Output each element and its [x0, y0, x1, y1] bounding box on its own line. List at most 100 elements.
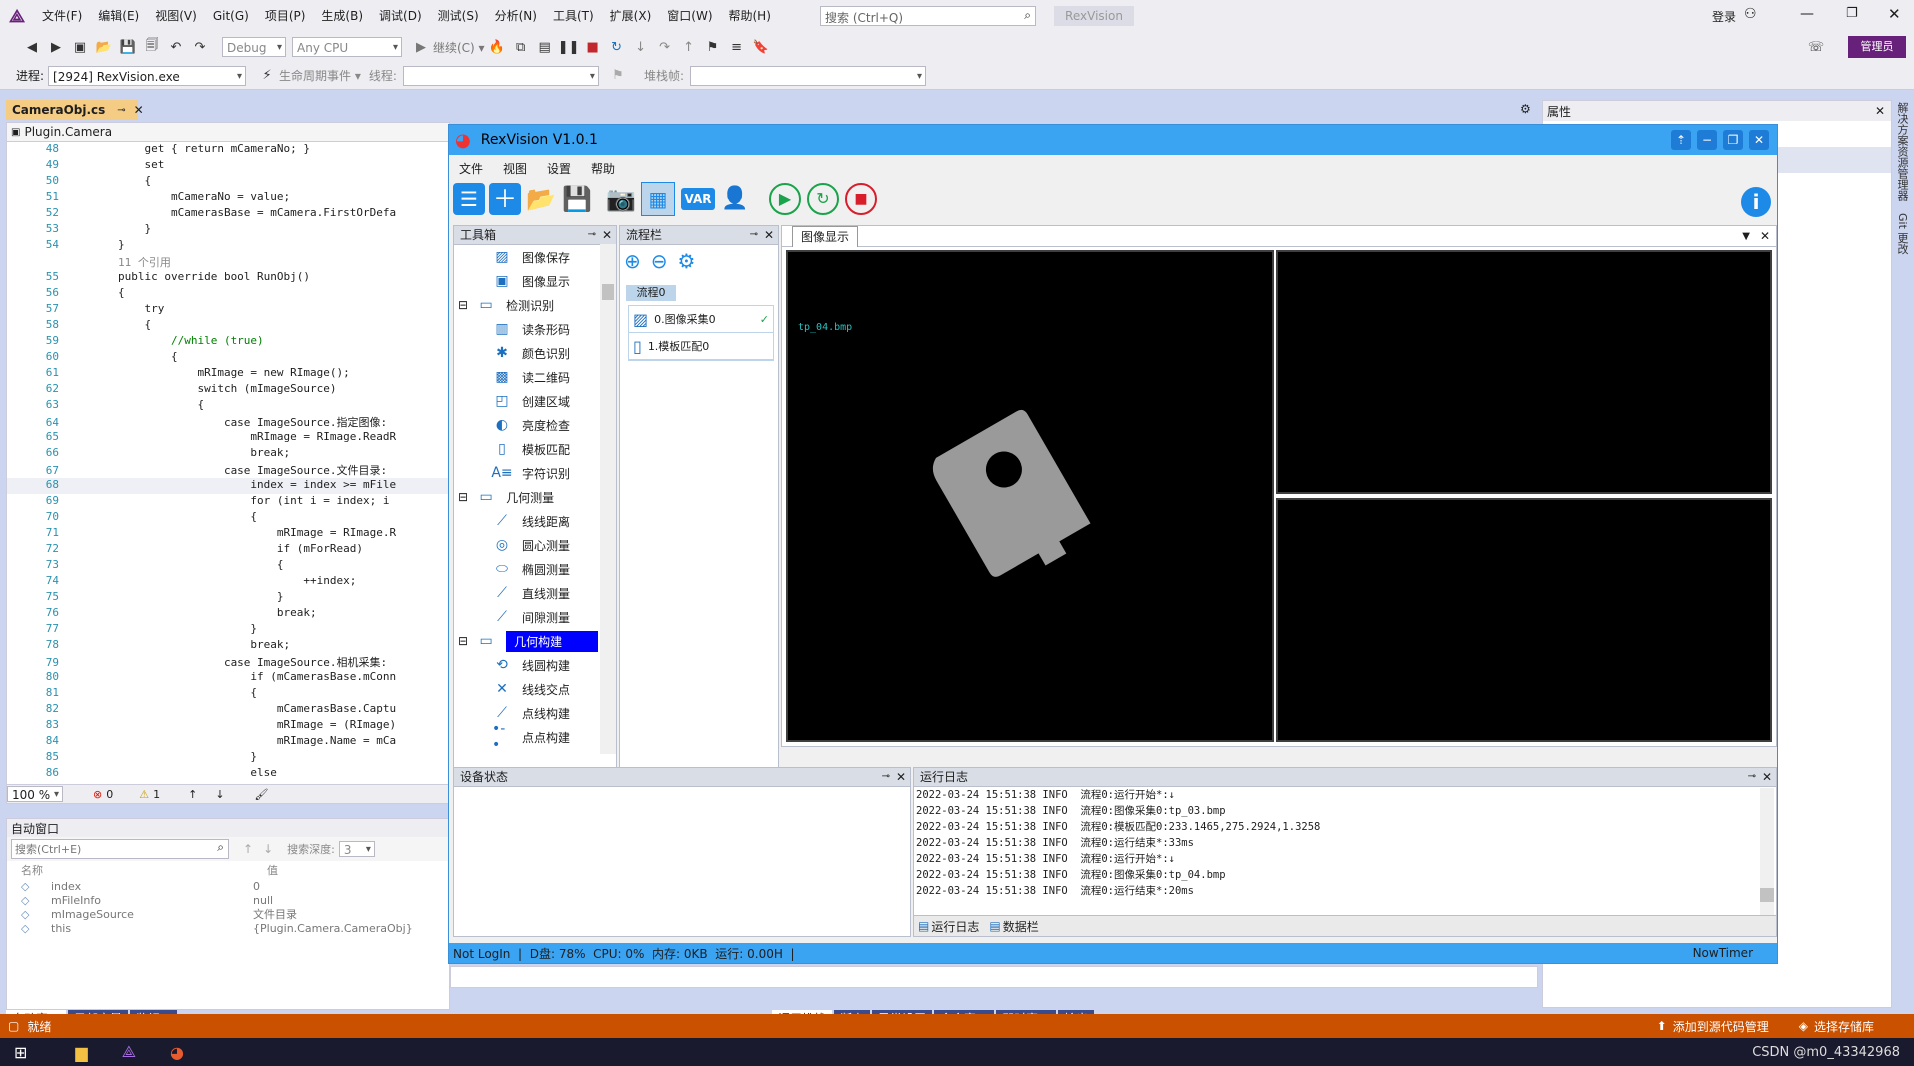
code-line[interactable]: 61 mRImage = new RImage(); [7, 366, 449, 382]
code-line[interactable]: 79 case ImageSource.相机采集: [7, 654, 449, 670]
code-line[interactable]: 65 mRImage = RImage.ReadR [7, 430, 449, 446]
menu-item[interactable]: 生成(B) [313, 0, 371, 32]
autos-row[interactable]: ◇ this {Plugin.Camera.CameraObj} [7, 921, 449, 935]
windows-start-icon[interactable]: ⊞ [14, 1043, 27, 1062]
remove-flow-icon[interactable]: ⊖ [651, 249, 668, 273]
close-icon[interactable]: ✕ [1888, 5, 1901, 23]
tree-item[interactable]: ⊟ ▭ 几何构建 [454, 629, 616, 653]
code-editor[interactable]: ▣ Plugin.Camera 48 get { return mCameraN… [6, 122, 450, 804]
save-icon[interactable]: 💾 [561, 183, 593, 215]
gear-icon[interactable]: ⚙ [1520, 102, 1531, 116]
save-icon[interactable]: 💾 [117, 36, 139, 58]
tree-item[interactable]: ⊟ ▭ 检测识别 [454, 293, 616, 317]
flag-thread-icon[interactable]: ⚑ [607, 65, 629, 87]
pin-icon[interactable]: ⊸ [117, 105, 125, 116]
info-icon[interactable]: i [1741, 187, 1771, 217]
explorer-taskbar-icon[interactable]: ▆ [75, 1043, 87, 1062]
tree-item[interactable]: ✕ 线线交点 [454, 677, 616, 701]
image-view-top-right[interactable] [1276, 250, 1772, 494]
platform-select[interactable]: Any CPU [292, 37, 402, 58]
menu-item[interactable]: 扩展(X) [602, 0, 660, 32]
warning-icon[interactable]: ⚠ [139, 788, 149, 801]
stop-icon[interactable]: ■ [582, 36, 604, 58]
camera-icon[interactable]: 📷 [605, 183, 637, 215]
lifecycle-icon[interactable]: ⚡ [256, 65, 278, 87]
rex-menu-item[interactable]: 帮助 [581, 160, 625, 177]
code-line[interactable]: 70 { [7, 510, 449, 526]
continue-button[interactable]: 继续(C) ▾ [433, 39, 485, 56]
search-up-icon[interactable]: ↑ [243, 842, 253, 856]
open-folder-icon[interactable]: 📂 [525, 183, 557, 215]
code-line[interactable]: 53 } [7, 222, 449, 238]
autos-search-input[interactable]: 搜索(Ctrl+E) ⌕ [11, 839, 229, 859]
login-link[interactable]: 登录 [1712, 8, 1736, 25]
variable-button[interactable]: VAR [681, 188, 715, 210]
device-pin-icon[interactable]: ⊸ [882, 768, 890, 786]
code-line[interactable]: 72 if (mForRead) [7, 542, 449, 558]
code-line[interactable]: 56 { [7, 286, 449, 302]
code-line[interactable]: 48 get { return mCameraNo; } [7, 142, 449, 158]
vs-logo-icon[interactable]: ⟁ [0, 0, 34, 32]
image-view-bottom-right[interactable] [1276, 498, 1772, 742]
thread-select[interactable] [402, 65, 599, 87]
tree-item[interactable]: ⬭ 椭圆测量 [454, 557, 616, 581]
flow-settings-icon[interactable]: ⚙ [678, 249, 696, 273]
code-line[interactable]: 51 mCameraNo = value; [7, 190, 449, 206]
pause-icon[interactable]: ❚❚ [558, 36, 580, 58]
back-icon[interactable]: ◀ [21, 36, 43, 58]
code-line[interactable]: 63 { [7, 398, 449, 414]
step-into-icon[interactable]: ↓ [630, 36, 652, 58]
rex-minimize-icon[interactable]: − [1697, 130, 1717, 150]
layout-icon[interactable]: ▤ [534, 36, 556, 58]
tree-item[interactable]: ⟋ 间隙测量 [454, 605, 616, 629]
tree-item[interactable]: ▯ 模板匹配 [454, 437, 616, 461]
continue-icon[interactable]: ▶ [410, 36, 432, 58]
code-line[interactable]: 60 { [7, 350, 449, 366]
select-repo[interactable]: 选择存储库 [1814, 1018, 1874, 1035]
editor-tab[interactable]: CameraObj.cs ⊸ ✕ [6, 100, 144, 120]
menu-item[interactable]: 调试(D) [371, 0, 430, 32]
tree-item[interactable]: ▣ 图像显示 [454, 269, 616, 293]
stop-icon[interactable]: ■ [845, 183, 877, 215]
feedback-icon[interactable]: ☏ [1805, 36, 1827, 58]
col-name[interactable]: 名称 [7, 862, 267, 878]
tree-item[interactable]: ▨ 图像保存 [454, 245, 616, 269]
menu-item[interactable]: 视图(V) [147, 0, 205, 32]
flow-item[interactable]: ▯ 1.模板匹配0 [629, 333, 773, 360]
flow-tab[interactable]: 流程0 [626, 285, 676, 301]
code-line[interactable]: 86 else [7, 766, 449, 782]
tree-item[interactable]: ◰ 创建区域 [454, 389, 616, 413]
undo-icon[interactable]: ↶ [165, 36, 187, 58]
expand-icon[interactable]: ⊟ [458, 634, 468, 648]
right-rail-tab[interactable]: 解决方案资源管理器 [1892, 96, 1912, 207]
log-close-icon[interactable]: ✕ [1762, 768, 1772, 786]
search-depth-select[interactable]: 3 [338, 841, 375, 858]
code-line[interactable]: 49 set [7, 158, 449, 174]
menu-item[interactable]: 工具(T) [545, 0, 602, 32]
autos-row[interactable]: ◇ index 0 [7, 879, 449, 893]
code-line[interactable]: 75 } [7, 590, 449, 606]
add-icon[interactable]: ＋ [489, 183, 521, 215]
code-line[interactable]: 76 break; [7, 606, 449, 622]
restart-icon[interactable]: ↻ [606, 36, 628, 58]
code-line[interactable]: 11 个引用 [7, 254, 449, 270]
add-source-control[interactable]: 添加到源代码管理 [1673, 1018, 1769, 1035]
toolbox-pin-icon[interactable]: ⊸ [588, 226, 596, 244]
code-line[interactable]: 62 switch (mImageSource) [7, 382, 449, 398]
menu-item[interactable]: 测试(S) [430, 0, 487, 32]
tree-item[interactable]: ⟋ 点线构建 [454, 701, 616, 725]
rexvision-taskbar-icon[interactable]: ◕ [170, 1043, 184, 1062]
expand-icon[interactable]: ⊟ [458, 490, 468, 504]
breakpoint-icon[interactable]: ⚑ [702, 36, 724, 58]
properties-close-icon[interactable]: ✕ [1875, 104, 1885, 118]
nav-down-icon[interactable]: ↓ [215, 788, 224, 801]
tree-item[interactable]: A≡ 字符识别 [454, 461, 616, 485]
code-line[interactable]: 78 break; [7, 638, 449, 654]
flow-close-icon[interactable]: ✕ [764, 226, 774, 244]
forward-icon[interactable]: ▶ [45, 36, 67, 58]
add-flow-icon[interactable]: ⊕ [624, 249, 641, 273]
nav-up-icon[interactable]: ↑ [188, 788, 197, 801]
menu-item[interactable]: 项目(P) [257, 0, 314, 32]
code-line[interactable]: 80 if (mCamerasBase.mConn [7, 670, 449, 686]
autos-row[interactable]: ◇ mImageSource 文件目录 [7, 907, 449, 922]
